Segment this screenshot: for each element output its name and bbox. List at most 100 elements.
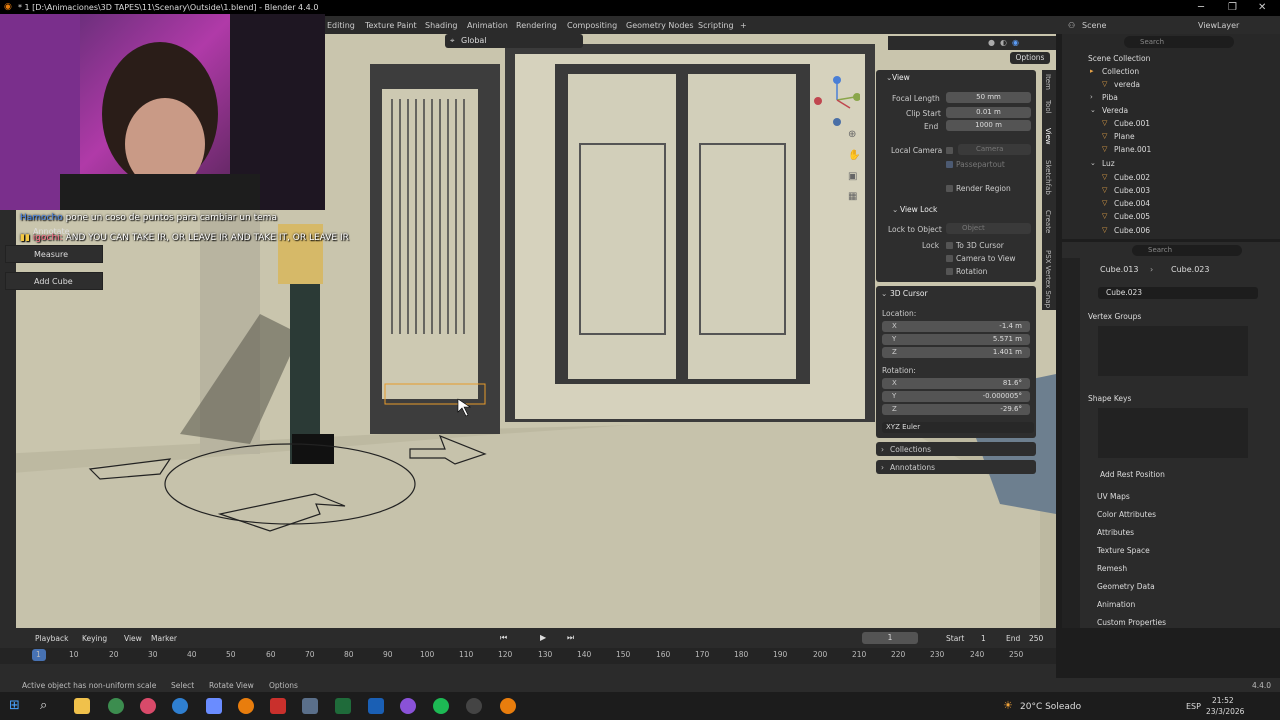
tab-psx-vertex-snap[interactable]: PSX Vertex Snap bbox=[1044, 250, 1052, 308]
chevron-down-icon[interactable]: ⌄ bbox=[892, 205, 898, 214]
tab-editing[interactable]: Editing bbox=[327, 21, 355, 30]
keying-menu[interactable]: Keying bbox=[82, 634, 107, 643]
vertex-groups-list[interactable] bbox=[1098, 326, 1248, 376]
outliner-row[interactable]: ▽ Cube.003 bbox=[1062, 184, 1280, 197]
end-frame-field[interactable]: 250 bbox=[1029, 634, 1043, 643]
file-explorer-icon[interactable] bbox=[74, 698, 90, 714]
chevron-down-icon[interactable]: ⌄ bbox=[881, 289, 887, 298]
outliner-row[interactable]: ▽ Cube.006 bbox=[1062, 224, 1280, 237]
viewlayer-name[interactable]: ViewLayer bbox=[1198, 21, 1239, 30]
local-camera-checkbox[interactable] bbox=[946, 147, 953, 154]
chrome-icon[interactable] bbox=[108, 698, 124, 714]
transform-orientation-select[interactable]: Global bbox=[461, 36, 487, 45]
animation-header[interactable]: Animation bbox=[1097, 600, 1135, 609]
minimize-icon[interactable]: ─ bbox=[1198, 2, 1204, 13]
viewport-options-button[interactable]: Options bbox=[1010, 52, 1050, 64]
shading-solid-icon[interactable]: ● bbox=[988, 38, 995, 47]
custom-properties-header[interactable]: Custom Properties bbox=[1097, 618, 1166, 627]
play-icon[interactable]: ▶ bbox=[540, 633, 546, 642]
outliner-row[interactable]: ▽ vereda bbox=[1062, 78, 1280, 91]
outliner-row[interactable]: ▽ Cube.004 bbox=[1062, 197, 1280, 210]
to-3d-cursor-checkbox[interactable] bbox=[946, 242, 953, 249]
jump-end-icon[interactable]: ⏭ bbox=[567, 633, 574, 643]
color-attributes-header[interactable]: Color Attributes bbox=[1097, 510, 1156, 519]
outliner-row[interactable]: ▽ Cube.002 bbox=[1062, 171, 1280, 184]
edge-icon[interactable] bbox=[172, 698, 188, 714]
rotation-y-field[interactable]: Y -0.000005° bbox=[882, 391, 1030, 402]
shading-render-icon[interactable]: ◉ bbox=[1012, 38, 1019, 47]
pan-hand-icon[interactable]: ✋ bbox=[848, 150, 860, 161]
outliner-scene-collection[interactable]: Scene Collection bbox=[1062, 52, 1280, 65]
start-frame-field[interactable]: 1 bbox=[981, 634, 986, 643]
mesh-datablock-field[interactable]: Cube.023 bbox=[1098, 287, 1258, 299]
blender-taskbar-icon[interactable] bbox=[238, 698, 254, 714]
cursor-x-field[interactable]: X -1.4 m bbox=[882, 321, 1030, 332]
shading-material-icon[interactable]: ◐ bbox=[1000, 38, 1007, 47]
tab-tool[interactable]: Tool bbox=[1044, 100, 1052, 114]
uv-maps-header[interactable]: UV Maps bbox=[1097, 492, 1130, 501]
object-breadcrumb[interactable]: Cube.013 bbox=[1100, 265, 1138, 274]
jump-start-icon[interactable]: ⏮ bbox=[500, 633, 507, 643]
tab-rendering[interactable]: Rendering bbox=[516, 21, 557, 30]
vertex-groups-header[interactable]: Vertex Groups bbox=[1088, 312, 1141, 321]
remesh-header[interactable]: Remesh bbox=[1097, 564, 1127, 573]
discord-icon[interactable] bbox=[400, 698, 416, 714]
maximize-icon[interactable]: ❐ bbox=[1228, 2, 1237, 13]
windows-start-icon[interactable]: ⊞ bbox=[9, 698, 20, 713]
weather-text[interactable]: 20°C Soleado bbox=[1020, 702, 1081, 712]
close-icon[interactable]: ✕ bbox=[1258, 2, 1266, 13]
add-workspace-button[interactable]: + bbox=[740, 21, 747, 30]
tab-item[interactable]: Item bbox=[1044, 74, 1052, 90]
tab-texture-paint[interactable]: Texture Paint bbox=[365, 21, 417, 30]
media-app-icon[interactable] bbox=[270, 698, 286, 714]
attributes-header[interactable]: Attributes bbox=[1097, 528, 1134, 537]
collections-section[interactable]: › Collections bbox=[876, 442, 1036, 456]
tab-geometry-nodes[interactable]: Geometry Nodes bbox=[626, 21, 693, 30]
tab-create[interactable]: Create bbox=[1044, 210, 1052, 233]
tab-shading[interactable]: Shading bbox=[425, 21, 458, 30]
rotation-x-field[interactable]: X 81.6° bbox=[882, 378, 1030, 389]
clock-date[interactable]: 23/3/2026 bbox=[1206, 707, 1244, 716]
rotation-lock-checkbox[interactable] bbox=[946, 268, 953, 275]
clip-end-field[interactable]: 1000 m bbox=[946, 120, 1031, 131]
scene-name[interactable]: Scene bbox=[1082, 21, 1106, 30]
render-region-checkbox[interactable] bbox=[946, 185, 953, 192]
language-indicator[interactable]: ESP bbox=[1186, 702, 1201, 711]
outliner-row[interactable]: ▽ Cube.001 bbox=[1062, 117, 1280, 130]
add-cube-panel[interactable]: Add Cube bbox=[5, 272, 103, 290]
outliner-row[interactable]: › Piba bbox=[1062, 91, 1280, 104]
texture-space-header[interactable]: Texture Space bbox=[1097, 546, 1150, 555]
current-frame-field[interactable]: 1 bbox=[862, 632, 918, 644]
cursor-z-field[interactable]: Z 1.401 m bbox=[882, 347, 1030, 358]
tab-compositing[interactable]: Compositing bbox=[567, 21, 617, 30]
tab-view[interactable]: View bbox=[1044, 128, 1052, 145]
obs-icon[interactable] bbox=[302, 698, 318, 714]
cursor-y-field[interactable]: Y 5.571 m bbox=[882, 334, 1030, 345]
tab-scripting[interactable]: Scripting bbox=[698, 21, 734, 30]
camera-to-view-checkbox[interactable] bbox=[946, 255, 953, 262]
outliner-row[interactable]: ▽ Plane bbox=[1062, 130, 1280, 143]
focal-length-field[interactable]: 50 mm bbox=[946, 92, 1031, 103]
rotation-z-field[interactable]: Z -29.6° bbox=[882, 404, 1030, 415]
outliner-row[interactable]: ⌄ Vereda bbox=[1062, 104, 1280, 117]
tab-animation[interactable]: Animation bbox=[467, 21, 508, 30]
shape-keys-header[interactable]: Shape Keys bbox=[1088, 394, 1131, 403]
tab-sketchfab[interactable]: Sketchfab bbox=[1044, 160, 1052, 195]
outliner-search[interactable]: Search bbox=[1124, 36, 1234, 48]
shape-keys-list[interactable] bbox=[1098, 408, 1248, 458]
view-header[interactable]: View bbox=[892, 73, 910, 82]
playback-menu[interactable]: Playback bbox=[35, 634, 68, 643]
camera-field[interactable]: Camera bbox=[958, 144, 1031, 155]
grid-view-icon[interactable]: ▦ bbox=[848, 191, 857, 202]
outliner-row[interactable]: ⌄ Luz bbox=[1062, 157, 1280, 170]
clock-time[interactable]: 21:52 bbox=[1212, 696, 1234, 705]
annotate-panel[interactable]: Annotate bbox=[5, 226, 103, 240]
clip-start-field[interactable]: 0.01 m bbox=[946, 107, 1031, 118]
spotify-icon[interactable] bbox=[433, 698, 449, 714]
pycharm-icon[interactable] bbox=[335, 698, 351, 714]
navigation-gizmo[interactable] bbox=[810, 72, 860, 126]
add-rest-position-label[interactable]: Add Rest Position bbox=[1100, 470, 1165, 479]
app-icon[interactable] bbox=[206, 698, 222, 714]
3d-cursor-header[interactable]: 3D Cursor bbox=[890, 289, 928, 298]
properties-search[interactable]: Search bbox=[1132, 245, 1242, 256]
